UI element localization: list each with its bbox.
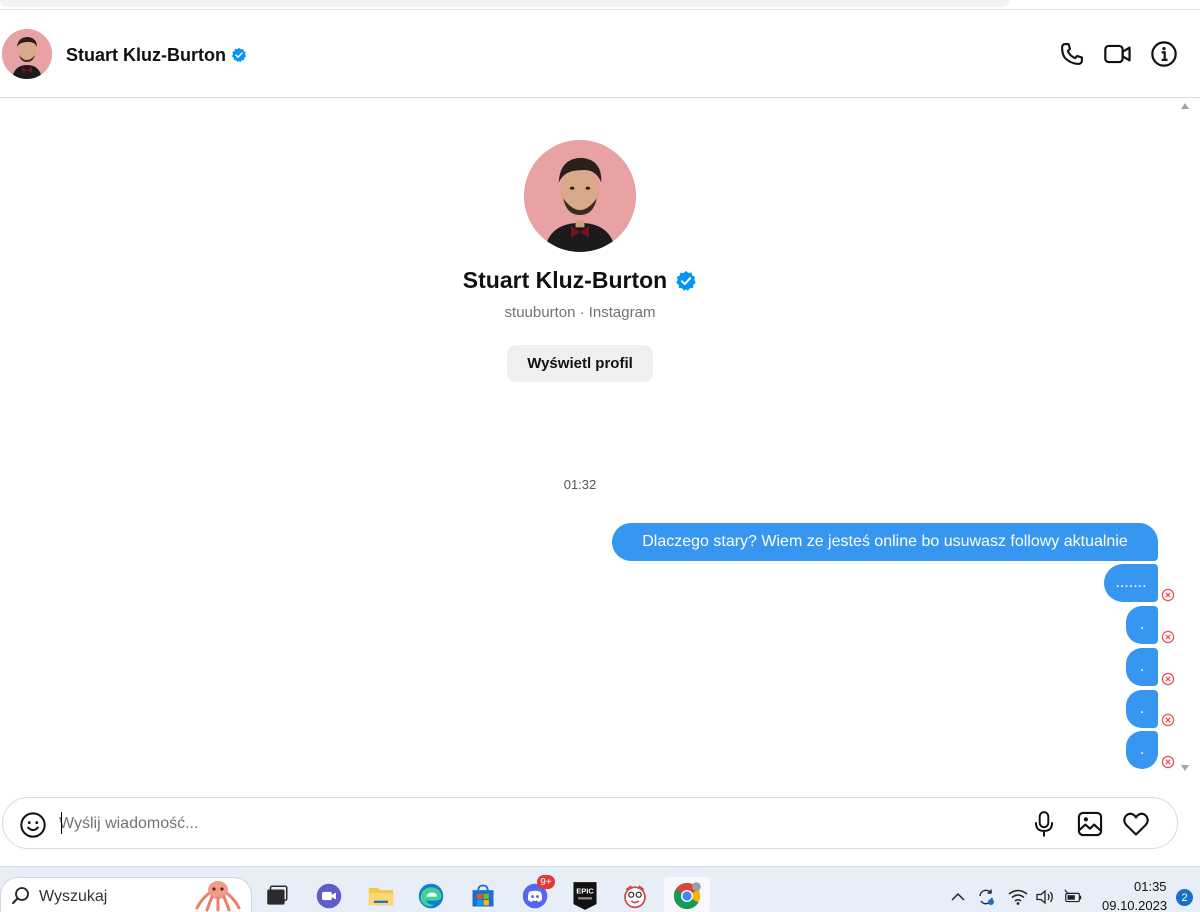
chrome-icon bbox=[673, 882, 701, 910]
video-camera-icon bbox=[1104, 44, 1131, 64]
message-error-icon[interactable] bbox=[1161, 630, 1175, 644]
messenger-window: Stuart Kluz-Burton Stuart Kluz-Burton st… bbox=[0, 0, 1200, 912]
avatar[interactable] bbox=[2, 29, 52, 79]
scrollbar[interactable] bbox=[1178, 99, 1192, 777]
audio-call-button[interactable] bbox=[1056, 38, 1088, 70]
message-timestamp: 01:32 bbox=[563, 477, 597, 492]
chrome-browser-button[interactable] bbox=[672, 881, 702, 911]
heart-icon bbox=[1123, 812, 1149, 836]
message-bubble[interactable]: . bbox=[1126, 648, 1158, 686]
text-caret bbox=[61, 812, 62, 834]
volume-button[interactable] bbox=[1035, 887, 1055, 907]
chat-header: Stuart Kluz-Burton bbox=[0, 11, 1200, 98]
microsoft-store-button[interactable] bbox=[468, 881, 498, 911]
phone-icon bbox=[1061, 43, 1083, 65]
profile-name: Stuart Kluz-Burton bbox=[462, 267, 668, 293]
edge-browser-button[interactable] bbox=[416, 881, 446, 911]
message-error-icon[interactable] bbox=[1161, 755, 1175, 769]
message-bubble[interactable]: Dlaczego stary? Wiem ze jesteś online bo… bbox=[612, 523, 1158, 561]
edge-icon bbox=[418, 883, 444, 909]
search-icon bbox=[12, 887, 29, 904]
verified-badge-icon bbox=[676, 270, 696, 291]
conversation-info-button[interactable] bbox=[1148, 38, 1180, 70]
emoji-icon[interactable] bbox=[19, 811, 47, 839]
like-button[interactable] bbox=[1121, 809, 1151, 839]
speaker-icon bbox=[1036, 889, 1053, 905]
battery-charging-icon bbox=[1064, 889, 1082, 903]
profile-name-row: Stuart Kluz-Burton bbox=[0, 267, 1160, 294]
clock-time[interactable]: 01:35 bbox=[1134, 879, 1167, 894]
epic-games-label: EPIC bbox=[576, 887, 594, 896]
message-error-icon[interactable] bbox=[1161, 713, 1175, 727]
file-explorer-button[interactable] bbox=[366, 881, 396, 911]
message-input[interactable] bbox=[59, 809, 999, 839]
voice-message-button[interactable] bbox=[1029, 809, 1059, 839]
app-button[interactable] bbox=[620, 881, 650, 911]
task-view-button[interactable] bbox=[262, 881, 292, 911]
profile-subtitle: stuuburton · Instagram bbox=[504, 304, 656, 321]
cartoon-face-app-icon bbox=[624, 885, 646, 909]
sync-status-button[interactable] bbox=[976, 887, 996, 907]
wifi-icon bbox=[1008, 889, 1028, 905]
message-composer bbox=[2, 797, 1178, 849]
browser-top-strip bbox=[0, 0, 1200, 10]
show-hidden-icons-button[interactable] bbox=[948, 887, 968, 907]
message-bubble[interactable]: . bbox=[1126, 690, 1158, 728]
scroll-down-arrow-icon[interactable] bbox=[1181, 765, 1189, 771]
browser-tab-remnant bbox=[0, 0, 1010, 7]
task-view-icon bbox=[267, 885, 288, 905]
scroll-up-arrow-icon[interactable] bbox=[1181, 103, 1189, 109]
info-icon bbox=[1151, 41, 1177, 67]
message-error-icon[interactable] bbox=[1161, 588, 1175, 602]
octopus-search-highlight-icon[interactable] bbox=[193, 878, 243, 912]
message-list[interactable]: Stuart Kluz-Burton stuuburton · Instagra… bbox=[0, 99, 1200, 777]
microphone-icon bbox=[1034, 811, 1054, 837]
message-bubble[interactable]: ....... bbox=[1104, 564, 1158, 602]
taskbar-search-label: Wyszukaj bbox=[39, 888, 108, 905]
message-error-icon[interactable] bbox=[1161, 672, 1175, 686]
network-button[interactable] bbox=[1008, 887, 1028, 907]
clock-date[interactable]: 09.10.2023 bbox=[1102, 898, 1167, 912]
verified-badge-icon bbox=[231, 47, 247, 63]
view-profile-button[interactable]: Wyświetl profil bbox=[507, 345, 653, 382]
discord-notification-badge: 9+ bbox=[537, 875, 555, 889]
video-chat-icon bbox=[316, 883, 342, 909]
profile-avatar[interactable] bbox=[524, 140, 636, 252]
chat-contact-name[interactable]: Stuart Kluz-Burton bbox=[66, 45, 226, 66]
taskbar-search[interactable]: Wyszukaj bbox=[0, 877, 252, 912]
chevron-up-icon bbox=[951, 892, 965, 901]
teams-chat-button[interactable] bbox=[314, 881, 344, 911]
notification-count-badge[interactable]: 2 bbox=[1176, 889, 1193, 906]
store-icon bbox=[472, 884, 494, 907]
message-bubble[interactable]: . bbox=[1126, 606, 1158, 644]
message-bubble[interactable]: . bbox=[1126, 731, 1158, 769]
epic-games-icon: EPIC bbox=[573, 882, 597, 910]
video-call-button[interactable] bbox=[1102, 38, 1134, 70]
folder-icon bbox=[368, 887, 394, 906]
windows-taskbar: Wyszukaj 9+ EPIC 01:35 09.10.2023 2 bbox=[0, 866, 1200, 912]
sync-icon bbox=[979, 889, 994, 905]
image-icon bbox=[1077, 811, 1103, 837]
battery-button[interactable] bbox=[1063, 887, 1083, 907]
add-photo-button[interactable] bbox=[1075, 809, 1105, 839]
epic-games-button[interactable]: EPIC bbox=[570, 881, 600, 911]
